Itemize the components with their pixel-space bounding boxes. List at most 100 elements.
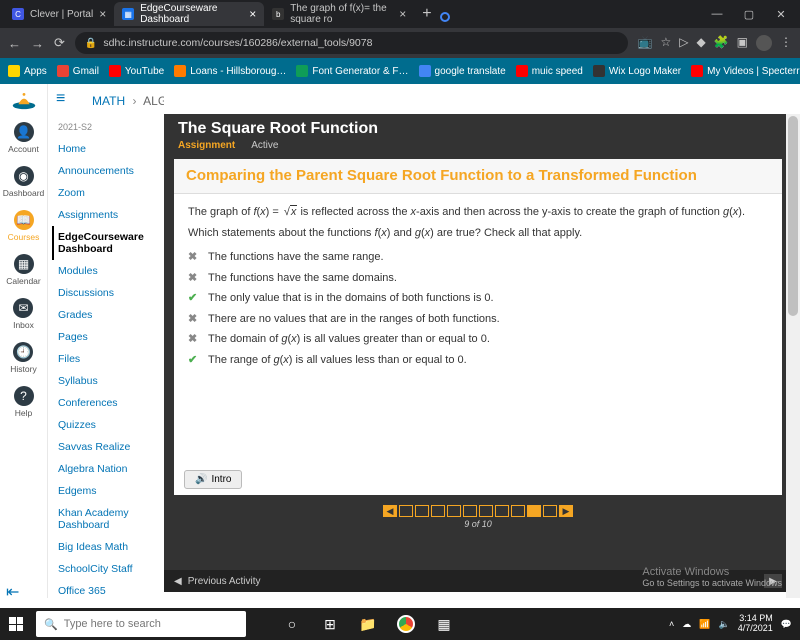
explorer-icon[interactable]: 📁 <box>352 608 384 640</box>
answer-option[interactable]: ✔The only value that is in the domains o… <box>188 288 768 309</box>
answer-option[interactable]: ✖The domain of g(x) is all values greate… <box>188 329 768 350</box>
answer-option[interactable]: ✖The functions have the same domains. <box>188 268 768 289</box>
reload-button[interactable]: ⟳ <box>54 35 65 51</box>
course-nav-item[interactable]: Office 365 <box>58 580 160 602</box>
close-icon[interactable]: × <box>99 7 106 21</box>
hamburger-icon[interactable]: ≡ <box>56 90 65 108</box>
collapse-sidebar-icon[interactable]: ⇤ <box>6 582 19 602</box>
forward-button[interactable]: → <box>31 36 44 51</box>
course-nav-item[interactable]: Pages <box>58 326 160 348</box>
course-nav-item[interactable]: Zoom <box>58 182 160 204</box>
pager-page[interactable] <box>431 505 445 517</box>
ext2-icon[interactable]: ▣ <box>737 35 748 51</box>
bookmark-font[interactable]: Font Generator & F… <box>296 65 408 77</box>
browser-tab[interactable]: C Clever | Portal × <box>4 2 114 26</box>
start-button[interactable] <box>0 608 32 640</box>
course-nav-item[interactable]: Quizzes <box>58 414 160 436</box>
ext1-icon[interactable]: ◆ <box>696 35 705 51</box>
course-nav-item[interactable]: Savvas Realize <box>58 436 160 458</box>
pager-page-current[interactable] <box>527 505 541 517</box>
onedrive-icon[interactable]: ☁ <box>682 619 691 630</box>
bookmark-gmail[interactable]: Gmail <box>57 65 99 77</box>
pager-page[interactable] <box>399 505 413 517</box>
apps-button[interactable]: Apps <box>8 65 47 77</box>
pager-page[interactable] <box>543 505 557 517</box>
bookmark-muic[interactable]: muic speed <box>516 65 583 77</box>
close-icon[interactable]: × <box>249 7 256 21</box>
browser-tab[interactable]: b The graph of f(x)= the square ro × <box>264 2 414 26</box>
course-nav-item[interactable]: Algebra Nation <box>58 458 160 480</box>
chrome-icon[interactable] <box>390 608 422 640</box>
star-icon[interactable]: ☆ <box>660 35 671 51</box>
menu-icon[interactable]: ⋮ <box>780 35 792 51</box>
course-nav-item[interactable]: Syllabus <box>58 370 160 392</box>
volume-icon[interactable]: 🔈 <box>719 619 730 630</box>
pager-next-button[interactable]: ▶ <box>559 505 573 517</box>
course-nav-item[interactable]: Big Ideas Math <box>58 536 160 558</box>
url-input[interactable]: 🔒 sdhc.instructure.com/courses/160286/ex… <box>75 32 628 54</box>
minimize-button[interactable]: — <box>702 2 732 26</box>
notifications-icon[interactable]: 💬 <box>781 619 792 630</box>
course-nav-item[interactable]: Home <box>58 138 160 160</box>
new-tab-button[interactable]: + <box>414 5 439 23</box>
taskview-icon[interactable]: ⊞ <box>314 608 346 640</box>
course-nav-item[interactable]: EdgeCourseware Dashboard <box>52 226 160 260</box>
course-nav-item[interactable]: Khan Academy Dashboard <box>58 502 160 536</box>
course-nav-item[interactable]: Edgems <box>58 480 160 502</box>
course-nav-item[interactable]: Announcements <box>58 160 160 182</box>
browser-tab[interactable]: ▦ EdgeCourseware Dashboard × <box>114 2 264 26</box>
tab-active[interactable]: Active <box>251 140 278 151</box>
nav-dashboard[interactable]: ◉Dashboard <box>3 166 45 198</box>
nav-courses[interactable]: 📖Courses <box>8 210 40 242</box>
wifi-icon[interactable]: 📶 <box>699 619 710 630</box>
course-nav-item[interactable]: Discussions <box>58 282 160 304</box>
pager-prev-button[interactable]: ◀ <box>383 505 397 517</box>
pager-page[interactable] <box>463 505 477 517</box>
cortana-icon[interactable]: ○ <box>276 608 308 640</box>
close-icon[interactable]: × <box>399 7 406 21</box>
pager-page[interactable] <box>479 505 493 517</box>
scroll-thumb[interactable] <box>788 116 798 316</box>
vertical-scrollbar[interactable] <box>786 114 800 598</box>
course-nav-item[interactable]: Grades <box>58 304 160 326</box>
course-nav-item[interactable]: Assignments <box>58 204 160 226</box>
pager-page[interactable] <box>495 505 509 517</box>
course-nav-item[interactable]: SchoolCity Staff <box>58 558 160 580</box>
pager-page[interactable] <box>511 505 525 517</box>
tab-assignment[interactable]: Assignment <box>178 140 235 151</box>
course-nav-item[interactable]: Files <box>58 348 160 370</box>
back-button[interactable]: ← <box>8 36 21 51</box>
avatar-icon[interactable] <box>756 35 772 51</box>
cast-icon[interactable]: 📺 <box>638 35 653 51</box>
maximize-button[interactable]: ▢ <box>734 2 764 26</box>
play-icon[interactable]: ▷ <box>679 35 688 51</box>
school-logo-icon[interactable] <box>10 90 38 110</box>
prev-activity-button[interactable]: ◀ <box>174 576 182 587</box>
nav-account[interactable]: 👤Account <box>8 122 39 154</box>
intro-button[interactable]: 🔊 Intro <box>184 470 242 489</box>
close-window-button[interactable]: ✕ <box>766 2 796 26</box>
course-nav-item[interactable]: Modules <box>58 260 160 282</box>
taskbar-search-input[interactable]: 🔍 Type here to search <box>36 611 246 637</box>
app-icon[interactable]: ▦ <box>428 608 460 640</box>
nav-inbox[interactable]: ✉Inbox <box>13 298 34 330</box>
nav-history[interactable]: 🕘History <box>10 342 36 374</box>
account-badge-icon[interactable] <box>440 12 450 22</box>
answer-option[interactable]: ✔The range of g(x) is all values less th… <box>188 350 768 371</box>
breadcrumb-root[interactable]: MATH <box>92 94 125 108</box>
bookmark-translate[interactable]: google translate <box>419 65 506 77</box>
pager-page[interactable] <box>415 505 429 517</box>
bookmark-videos[interactable]: My Videos | Specterr <box>691 65 799 77</box>
puzzle-icon[interactable]: 🧩 <box>714 35 729 51</box>
pager-page[interactable] <box>447 505 461 517</box>
answer-option[interactable]: ✖The functions have the same range. <box>188 247 768 268</box>
answer-option[interactable]: ✖There are no values that are in the ran… <box>188 309 768 330</box>
nav-calendar[interactable]: ▦Calendar <box>6 254 41 286</box>
bookmark-loans[interactable]: Loans - Hillsboroug… <box>174 65 286 77</box>
bookmark-youtube[interactable]: YouTube <box>109 65 164 77</box>
nav-help[interactable]: ?Help <box>14 386 34 418</box>
tray-up-icon[interactable]: ˄ <box>669 619 674 629</box>
bookmark-wix[interactable]: Wix Logo Maker <box>593 65 681 77</box>
course-nav-item[interactable]: Conferences <box>58 392 160 414</box>
clock[interactable]: 3:14 PM 4/7/2021 <box>738 614 773 634</box>
